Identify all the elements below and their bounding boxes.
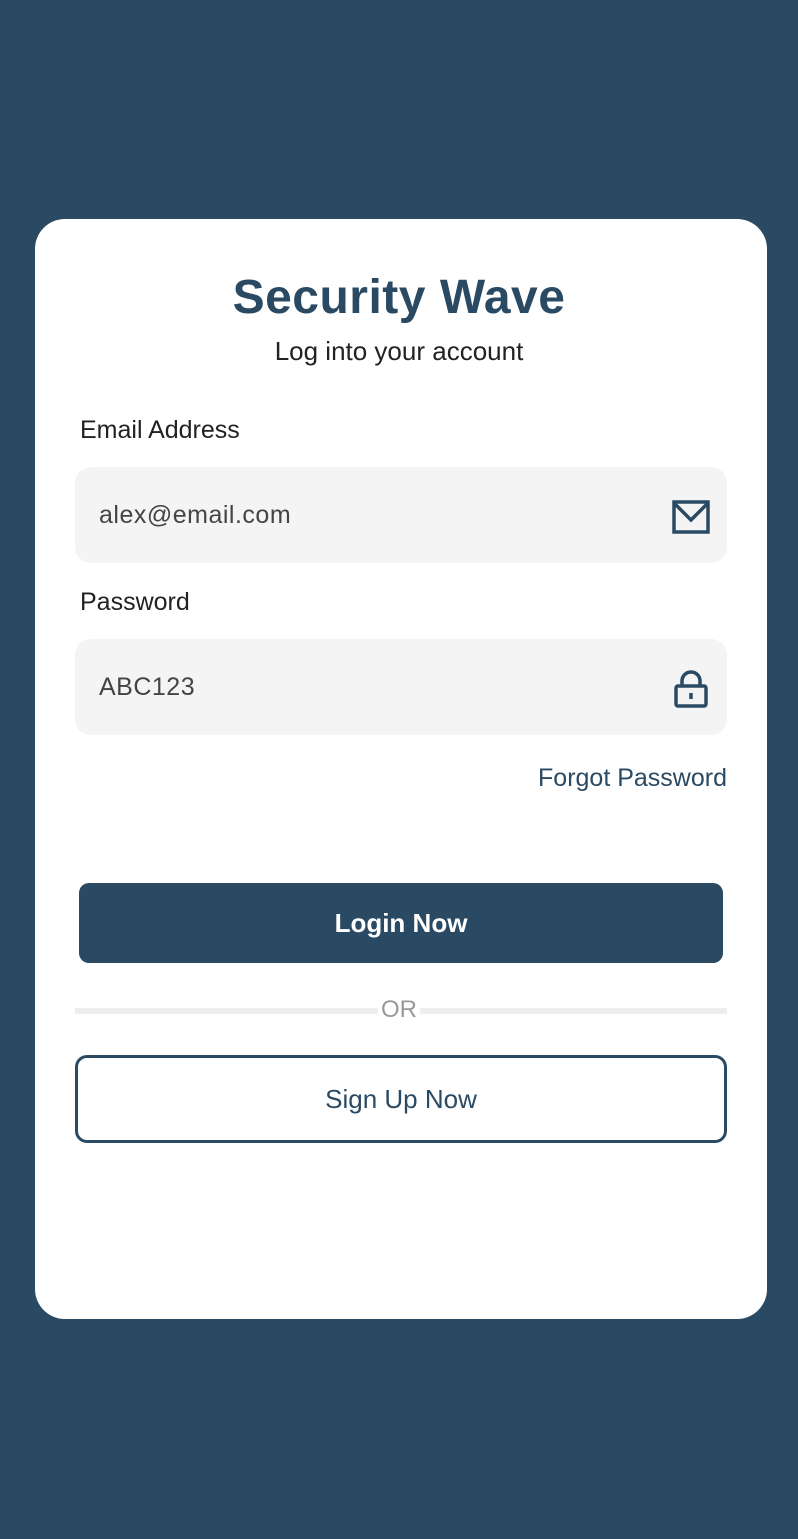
email-value: alex@email.com <box>99 501 292 529</box>
forgot-password-link[interactable]: Forgot Password <box>538 764 727 793</box>
or-divider-label: OR <box>381 996 417 1023</box>
signup-button[interactable]: Sign Up Now <box>75 1055 727 1143</box>
login-screen: Security Wave Log into your account Emai… <box>0 0 798 1539</box>
email-label: Email Address <box>80 416 240 444</box>
password-field[interactable]: ABC123 <box>75 639 727 735</box>
password-value: ABC123 <box>99 673 196 701</box>
envelope-icon <box>671 497 711 537</box>
password-label: Password <box>80 588 190 616</box>
lock-icon <box>671 669 711 709</box>
email-field[interactable]: alex@email.com <box>75 467 727 563</box>
login-button[interactable]: Login Now <box>79 883 723 963</box>
app-title: Security Wave <box>232 271 566 324</box>
app-subtitle: Log into your account <box>274 336 524 366</box>
